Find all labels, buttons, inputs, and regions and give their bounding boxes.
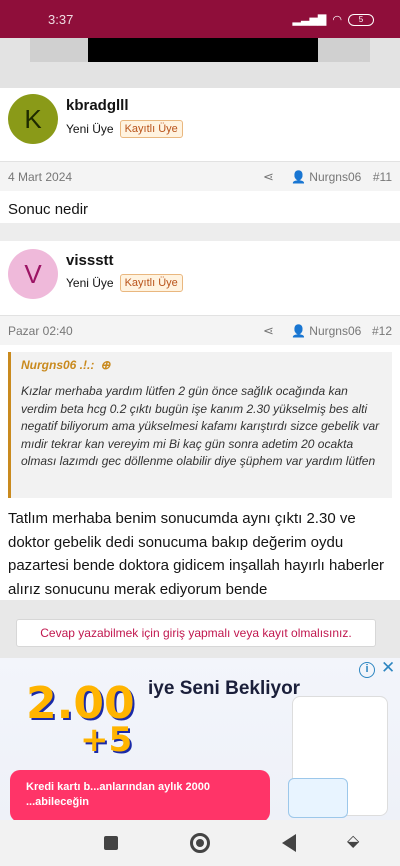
status-badge: Kayıtlı Üye [119,274,183,292]
signal-icon: ▂▃▅▇ [292,14,327,26]
expand-icon[interactable]: ⊕ [100,358,110,372]
user-role: Yeni Üye Kayıtlı Üye [66,274,183,292]
quote-author: Nurgns06 .!.: [21,358,95,372]
avatar[interactable]: K [8,94,58,144]
post-message: Sonuc nedir [8,201,89,218]
home-icon[interactable] [190,833,210,853]
share-icon[interactable]: ⋖ [263,323,274,339]
info-icon[interactable]: i [359,662,375,678]
status-time: 3:37 [48,12,74,27]
recents-icon[interactable] [104,836,118,850]
user-role: Yeni Üye Kayıtlı Üye [66,120,183,138]
role-label: Yeni Üye [66,122,114,136]
share-icon[interactable]: ⋖ [263,169,274,185]
ad-body: Kredi kartı b...anlarından aylık 2000 ..… [26,781,211,808]
avatar[interactable]: V [8,249,58,299]
username[interactable]: vissstt [66,252,114,269]
quote-block: Nurgns06 .!.: ⊕ Kızlar merhaba yardım lü… [8,352,392,498]
post-date[interactable]: Pazar 02:40 [8,324,73,338]
top-ad-strip [0,38,400,88]
status-badge: Kayıtlı Üye [119,120,183,138]
back-icon[interactable] [282,834,296,852]
quote-header[interactable]: Nurgns06 .!.: ⊕ [21,358,110,372]
post-11: K kbradglll Yeni Üye Kayıtlı Üye 4 Mart … [0,88,400,223]
status-icons: ▂▃▅▇ ◠ 5 [293,13,374,26]
quote-text: Kızlar merhaba yardım lütfen 2 gün önce … [21,384,380,468]
ad-banner[interactable]: 2.00 +5 iye Seni Bekliyor Kredi kartı b.… [0,658,400,820]
username[interactable]: kbradglll [66,97,129,114]
ad-plus: +5 [80,720,133,760]
role-label: Yeni Üye [66,276,114,290]
post-author[interactable]: 👤 Nurgns06 [291,170,361,184]
nav-bar: ⬙ [0,820,400,866]
ad-card-image [288,778,348,818]
reply-section: Cevap yazabilmek için giriş yapmalı veya… [0,600,400,658]
post-author-name: Nurgns06 [309,170,362,184]
wifi-icon: ◠ [332,14,342,26]
post-author-name: Nurgns06 [309,324,362,338]
keyboard-hide-icon[interactable]: ⬙ [347,831,359,851]
battery-icon: 5 [348,13,374,26]
post-author[interactable]: 👤 Nurgns06 [291,324,361,338]
close-icon[interactable]: ✕ [381,658,395,678]
post-message: Tatlım merhaba benim sonucumda aynı çıkt… [8,510,385,598]
post-date[interactable]: 4 Mart 2024 [8,170,72,184]
post-meta: Pazar 02:40 ⋖ 👤 Nurgns06 #12 [0,315,400,345]
ad-black-banner [88,38,318,62]
login-to-reply-button[interactable]: Cevap yazabilmek için giriş yapmalı veya… [16,619,376,647]
ad-headline: iye Seni Bekliyor [148,678,301,699]
status-bar: 3:37 ▂▃▅▇ ◠ 5 [0,0,400,38]
post-number[interactable]: #11 [373,170,392,184]
post-number[interactable]: #12 [372,324,392,338]
post-meta: 4 Mart 2024 ⋖ 👤 Nurgns06 #11 [0,161,400,191]
